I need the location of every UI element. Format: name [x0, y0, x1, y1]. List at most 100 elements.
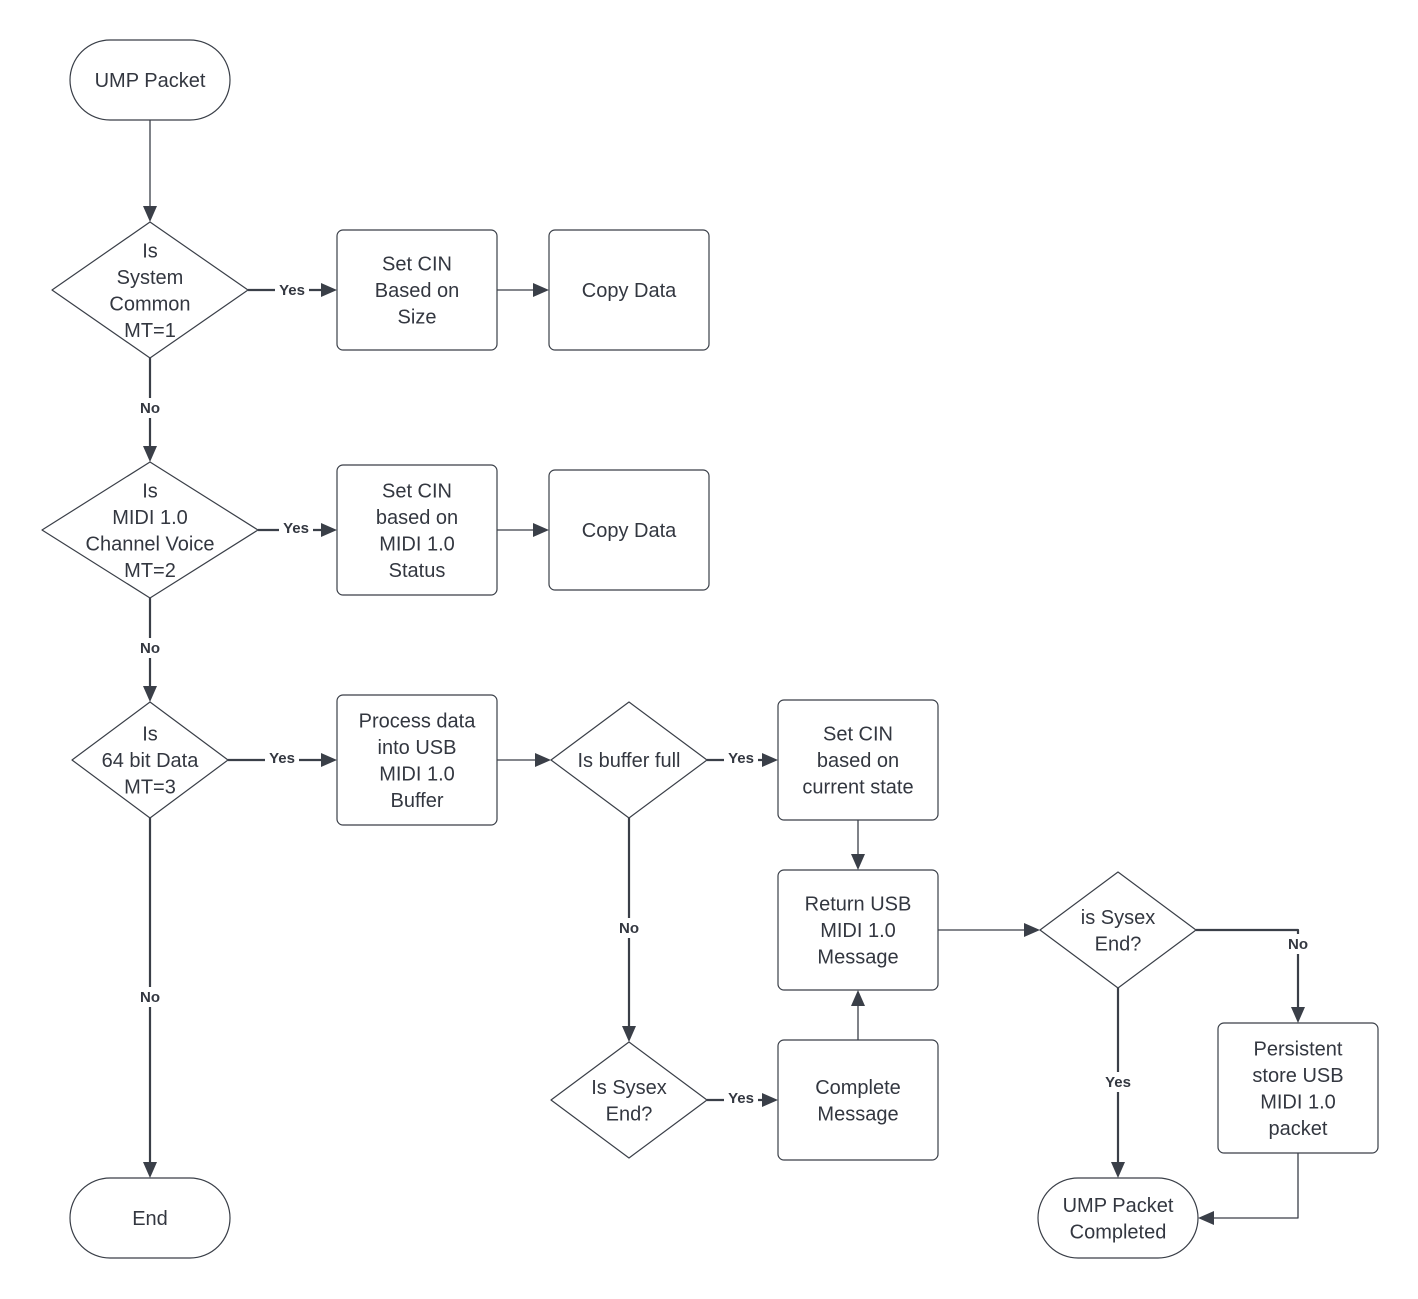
node-text-line: End?: [1095, 933, 1142, 955]
node-text-line: Is: [142, 240, 158, 262]
node-set-cin-size: Set CIN Based on Size: [336, 229, 498, 351]
node-text-line: into USB: [378, 737, 457, 759]
node-text-line: Size: [398, 307, 437, 329]
edge-complete-message-to-return-usb: [851, 990, 865, 1040]
arrowhead-icon: [1024, 923, 1040, 937]
edge-return-usb-to-is-sysex-end-2: [938, 923, 1040, 937]
edge-set-cin-size-to-copy-data-1: [497, 283, 549, 297]
node-copy-data-2: Copy Data: [548, 469, 710, 591]
edge-label: Yes: [279, 518, 313, 538]
node-text-line: Return USB: [805, 894, 912, 916]
arrowhead-icon: [762, 1093, 778, 1107]
node-text-line: Persistent: [1254, 1038, 1343, 1060]
arrowhead-icon: [851, 854, 865, 870]
node-text-line: Set CIN: [823, 724, 893, 746]
node-text-line: Complete: [815, 1077, 901, 1099]
edge-label-text: Yes: [279, 282, 305, 299]
arrowhead-icon: [321, 753, 337, 767]
node-text-line: current state: [802, 777, 913, 799]
arrowhead-icon: [622, 1026, 636, 1042]
node-text-line: Is buffer full: [577, 750, 680, 772]
arrowhead-icon: [533, 283, 549, 297]
edge-label: No: [133, 398, 167, 418]
node-text-line: Set CIN: [382, 254, 452, 276]
decision-shape: [1039, 871, 1197, 989]
node-text-line: Message: [817, 947, 898, 969]
node-text-line: Message: [817, 1103, 898, 1125]
node-is-midi1-cv: Is MIDI 1.0 Channel Voice MT=2: [41, 461, 259, 599]
arrowhead-icon: [321, 523, 337, 537]
node-copy-data-1: Copy Data: [548, 229, 710, 351]
node-is-64bit: Is 64 bit Data MT=3: [71, 701, 229, 819]
node-text-line: Is: [142, 724, 158, 746]
node-ump-packet: UMP Packet: [69, 39, 231, 121]
edge-label-text: No: [140, 400, 160, 417]
node-text-line: MIDI 1.0: [112, 507, 188, 529]
node-text-line: 64 bit Data: [102, 750, 200, 772]
arrowhead-icon: [1198, 1211, 1214, 1225]
node-is-sysex-end-1: Is Sysex End?: [550, 1041, 708, 1159]
node-is-sysex-end-2: is Sysex End?: [1039, 871, 1197, 989]
node-text-line: based on: [817, 750, 899, 772]
edge-label: Yes: [1101, 1072, 1135, 1092]
edge-label: Yes: [265, 748, 299, 768]
arrowhead-icon: [1291, 1007, 1305, 1023]
decision-shape: [550, 1041, 708, 1159]
edge-process-data-to-is-buffer-full: [497, 753, 551, 767]
node-complete-message: Complete Message: [777, 1039, 939, 1161]
node-text-line: MIDI 1.0: [379, 763, 455, 785]
edge-label-text: Yes: [728, 750, 754, 767]
edges-layer: [143, 120, 1305, 1225]
node-text-line: is Sysex: [1081, 907, 1155, 929]
node-text-line: MT=1: [124, 320, 176, 342]
edge-label: Yes: [724, 1088, 758, 1108]
node-text-line: Copy Data: [582, 280, 677, 302]
node-text-line: MIDI 1.0: [379, 533, 455, 555]
node-set-cin-status: Set CIN based on MIDI 1.0 Status: [336, 464, 498, 596]
arrowhead-icon: [321, 283, 337, 297]
node-set-cin-state: Set CIN based on current state: [777, 699, 939, 821]
edge-label: No: [612, 918, 646, 938]
edge-set-cin-status-to-copy-data-2: [497, 523, 549, 537]
node-text-line: MIDI 1.0: [820, 920, 896, 942]
terminal-shape: [1037, 1177, 1199, 1259]
node-text-line: MIDI 1.0: [1260, 1091, 1336, 1113]
node-text-line: End?: [606, 1103, 653, 1125]
edge-ump-packet-to-is-system-common: [143, 120, 157, 222]
arrowhead-icon: [851, 990, 865, 1006]
node-text-line: Set CIN: [382, 480, 452, 502]
node-persistent-store: Persistent store USB MIDI 1.0 packet: [1217, 1022, 1379, 1154]
edge-label: Yes: [275, 280, 309, 300]
edge-label-text: No: [1288, 936, 1308, 953]
node-text-line: Is: [142, 480, 158, 502]
node-process-data: Process data into USB MIDI 1.0 Buffer: [336, 694, 498, 826]
node-end: End: [69, 1177, 231, 1259]
node-text-line: Buffer: [391, 790, 444, 812]
node-return-usb: Return USB MIDI 1.0 Message: [777, 869, 939, 991]
arrowhead-icon: [143, 686, 157, 702]
node-text-line: Common: [109, 293, 190, 315]
node-ump-completed: UMP Packet Completed: [1037, 1177, 1199, 1259]
edge-label-text: Yes: [728, 1090, 754, 1107]
edge-label: No: [133, 987, 167, 1007]
node-text-line: Based on: [375, 280, 460, 302]
flowchart: UMP Packet Is System Common MT=1 Set CIN Based…: [41, 39, 1379, 1259]
node-text-line: UMP Packet: [1063, 1195, 1174, 1217]
arrowhead-icon: [1111, 1162, 1125, 1178]
edge-label-text: No: [140, 640, 160, 657]
arrowhead-icon: [535, 753, 551, 767]
node-is-system-common: Is System Common MT=1: [51, 221, 249, 359]
node-text-line: End: [132, 1208, 168, 1230]
edge-set-cin-state-to-return-usb: [851, 820, 865, 870]
node-text-line: Channel Voice: [86, 533, 215, 555]
connector-line: [1214, 1153, 1299, 1219]
edge-label-text: Yes: [1105, 1074, 1131, 1091]
node-text-line: System: [117, 267, 184, 289]
nodes-layer: UMP Packet Is System Common MT=1 Set CIN Based…: [41, 39, 1379, 1259]
edge-label: No: [133, 638, 167, 658]
node-text-line: Is Sysex: [591, 1077, 667, 1099]
edge-label-text: Yes: [269, 750, 295, 767]
edge-label: Yes: [724, 748, 758, 768]
labels-layer: Yes No Yes No Yes No Yes No Yes No Yes: [133, 280, 1315, 1108]
node-text-line: MT=3: [124, 777, 176, 799]
